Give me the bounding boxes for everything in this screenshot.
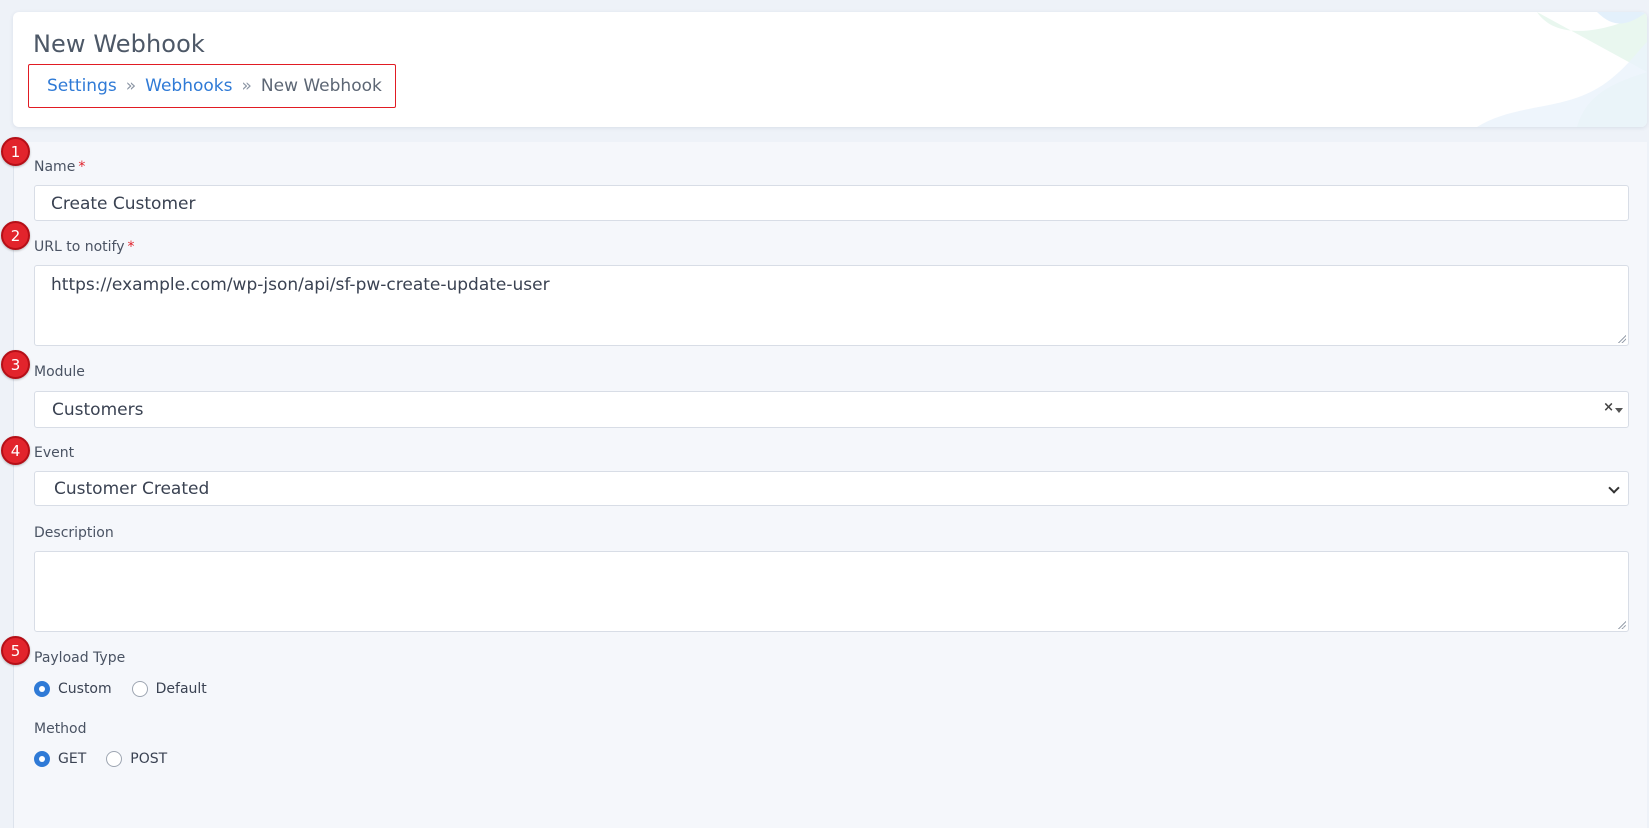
resize-handle-icon[interactable] [1617,620,1626,629]
breadcrumb-settings-link[interactable]: Settings [47,76,117,96]
breadcrumb-separator: » [241,76,252,96]
resize-handle-icon[interactable] [1617,334,1626,343]
caret-down-icon[interactable] [1615,408,1623,413]
breadcrumb-separator: » [125,76,137,96]
payload-type-option-custom[interactable]: Custom [34,681,112,697]
description-label: Description [34,525,114,541]
radio-label: Custom [58,681,112,697]
method-option-get[interactable]: GET [34,751,86,767]
url-label: URL to notify * [34,239,135,255]
step-badge-5: 5 [1,636,30,665]
event-selected-value: Customer Created [54,479,210,499]
header-decoration [1477,12,1647,127]
payload-type-label: Payload Type [34,650,126,666]
chevron-down-icon[interactable] [1608,482,1620,494]
event-select[interactable]: Customer Created [34,471,1629,506]
required-marker: * [78,159,86,175]
module-label: Module [34,364,85,380]
radio-post[interactable] [106,751,123,767]
method-label: Method [34,721,87,737]
payload-type-radio-group: Custom Default [34,681,227,697]
radio-default[interactable] [131,681,148,697]
url-value: https://example.com/wp-json/api/sf-pw-cr… [51,275,550,295]
method-radio-group: GET POST [34,751,187,767]
name-label-text: Name [34,159,76,175]
step-badge-3: 3 [1,350,30,379]
radio-label: POST [130,751,168,767]
module-selected-value: Customers [52,400,144,420]
name-input[interactable]: Create Customer [34,185,1629,221]
url-textarea[interactable]: https://example.com/wp-json/api/sf-pw-cr… [34,265,1629,346]
module-select[interactable]: Customers × [34,391,1629,428]
close-icon[interactable]: × [1603,400,1614,415]
webhook-form: 1 Name * Create Customer 2 URL to notify *… [1,137,1647,828]
page-header: New Webhook Settings » Webhooks » New We… [13,12,1647,127]
radio-label: GET [58,751,87,767]
step-badge-4: 4 [1,436,30,465]
breadcrumb-current: New Webhook [260,76,382,96]
radio-get[interactable] [34,751,50,767]
step-badge-2: 2 [1,221,30,250]
event-label: Event [34,445,75,461]
step-badge-1: 1 [1,137,30,166]
description-textarea[interactable] [34,551,1629,632]
name-label: Name * [34,159,85,175]
method-option-post[interactable]: POST [106,751,167,767]
required-marker: * [127,239,135,255]
url-label-text: URL to notify [34,239,125,255]
page-title: New Webhook [33,30,205,58]
breadcrumb: Settings » Webhooks » New Webhook [28,64,396,108]
payload-type-option-default[interactable]: Default [131,681,207,697]
radio-label: Default [155,681,207,697]
radio-custom[interactable] [34,681,50,697]
breadcrumb-webhooks-link[interactable]: Webhooks [145,76,232,96]
